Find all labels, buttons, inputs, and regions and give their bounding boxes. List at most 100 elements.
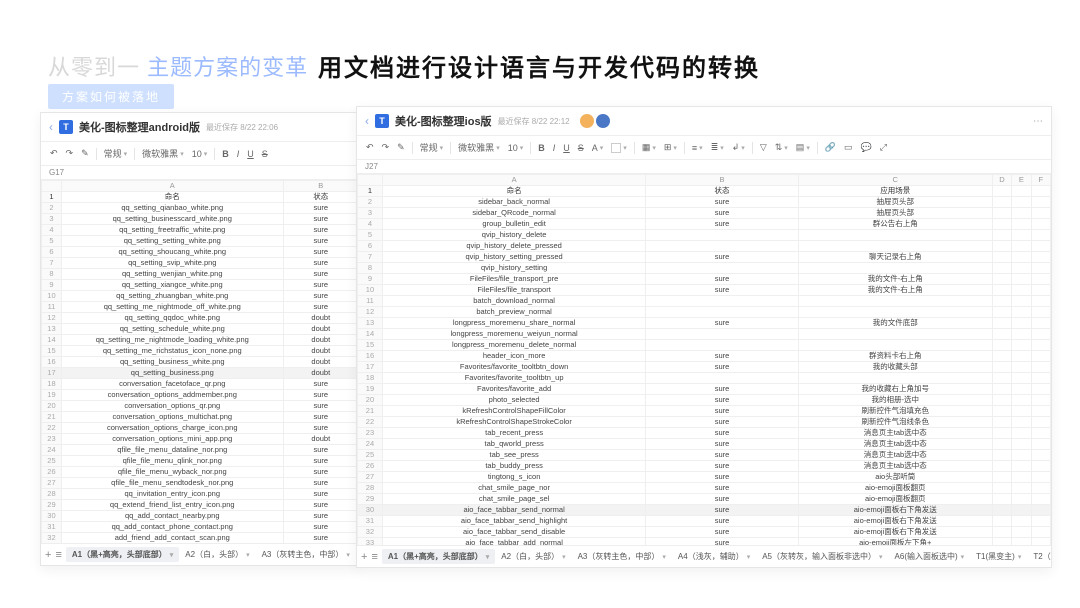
cell[interactable]: qq_setting_me_nightmode_loading_white.pn…: [61, 335, 283, 346]
row-header[interactable]: 1: [358, 186, 383, 197]
row-header[interactable]: 12: [358, 307, 383, 318]
table-row[interactable]: 12batch_preview_normal: [358, 307, 1051, 318]
cell[interactable]: sure: [646, 219, 798, 230]
cell[interactable]: sure: [283, 203, 358, 214]
table-row[interactable]: 22kRefreshControlShapeStrokeColorsure刷新控…: [358, 417, 1051, 428]
more-icon[interactable]: ⋯: [1033, 116, 1043, 127]
cell[interactable]: aio_face_tabbar_send_highlight: [382, 516, 645, 527]
cell[interactable]: 我的文件-右上角: [798, 274, 992, 285]
cell[interactable]: sure: [283, 423, 358, 434]
cell[interactable]: doubt: [283, 324, 358, 335]
add-sheet-button[interactable]: +: [361, 551, 367, 563]
table-row[interactable]: 13longpress_moremenu_share_normalsure我的文…: [358, 318, 1051, 329]
cell-reference[interactable]: J27: [357, 160, 1051, 174]
table-row[interactable]: 32aio_face_tabbar_send_disablesureaio-em…: [358, 527, 1051, 538]
row-header[interactable]: 27: [42, 478, 62, 489]
sheet-tab[interactable]: T1(黑变主) ▾: [970, 549, 1027, 564]
sheet-tab[interactable]: A1（黑+高亮，头部底部） ▾: [66, 547, 179, 562]
row-header[interactable]: 11: [42, 302, 62, 313]
row-header[interactable]: 6: [42, 247, 62, 258]
cell[interactable]: qq_setting_setting_white.png: [61, 236, 283, 247]
cell[interactable]: FileFiles/file_transport_pre: [382, 274, 645, 285]
wrap-button[interactable]: ↲▾: [729, 141, 748, 154]
cell[interactable]: batch_download_normal: [382, 296, 645, 307]
cell[interactable]: 刷新控件气泡线条色: [798, 417, 992, 428]
table-row[interactable]: 29qq_extend_friend_list_entry_icon.pngsu…: [42, 500, 359, 511]
cell[interactable]: aio_face_tabbar_add_normal: [382, 538, 645, 546]
cell[interactable]: 消息页主tab选中态: [798, 450, 992, 461]
table-row[interactable]: 26tab_buddy_presssure消息页主tab选中态: [358, 461, 1051, 472]
cell[interactable]: 消息页主tab选中态: [798, 461, 992, 472]
cell[interactable]: qq_setting_qianbao_white.png: [61, 203, 283, 214]
table-row[interactable]: 17qq_setting_business.pngdoubt: [42, 368, 359, 379]
cell[interactable]: sure: [283, 390, 358, 401]
row-header[interactable]: 13: [358, 318, 383, 329]
table-row[interactable]: 20conversation_options_qr.pngsure: [42, 401, 359, 412]
cell[interactable]: [646, 329, 798, 340]
cell[interactable]: conversation_facetoface_qr.png: [61, 379, 283, 390]
sheet-tab[interactable]: A5（灰转灰，输入面板非选中） ▾: [756, 549, 888, 564]
table-row[interactable]: 22conversation_options_charge_icon.pngsu…: [42, 423, 359, 434]
cell[interactable]: qfile_file_menu_qlink_nor.png: [61, 456, 283, 467]
row-header[interactable]: 32: [358, 527, 383, 538]
cell[interactable]: sure: [646, 197, 798, 208]
table-row[interactable]: 17Favorites/favorite_tooltbtn_downsure我的…: [358, 362, 1051, 373]
cell[interactable]: sure: [646, 472, 798, 483]
cell[interactable]: Favorites/favorite_add: [382, 384, 645, 395]
cell[interactable]: Favorites/favorite_tooltbtn_up: [382, 373, 645, 384]
underline-button[interactable]: U: [244, 148, 257, 160]
row-header[interactable]: 17: [42, 368, 62, 379]
cell[interactable]: sure: [283, 302, 358, 313]
cell[interactable]: aio-emoji面板翻页: [798, 483, 992, 494]
cell[interactable]: longpress_moremenu_delete_normal: [382, 340, 645, 351]
row-header[interactable]: 2: [358, 197, 383, 208]
cell[interactable]: aio-emoji面板右下角发送: [798, 516, 992, 527]
underline-button[interactable]: U: [560, 142, 573, 154]
table-row[interactable]: 4qq_setting_freetraffic_white.pngsure: [42, 225, 359, 236]
table-row[interactable]: 24tab_qworld_presssure消息页主tab选中态: [358, 439, 1051, 450]
font-select[interactable]: 微软雅黑▾: [455, 140, 503, 155]
table-row[interactable]: 6qvip_history_delete_pressed: [358, 241, 1051, 252]
cell[interactable]: longpress_moremenu_share_normal: [382, 318, 645, 329]
cell[interactable]: qvip_history_delete_pressed: [382, 241, 645, 252]
strike-button[interactable]: S: [259, 148, 271, 160]
table-row[interactable]: 18conversation_facetoface_qr.pngsure: [42, 379, 359, 390]
table-row[interactable]: 19conversation_options_addmember.pngsure: [42, 390, 359, 401]
cell[interactable]: doubt: [283, 313, 358, 324]
row-header[interactable]: 10: [358, 285, 383, 296]
cell[interactable]: sure: [646, 285, 798, 296]
row-header[interactable]: 15: [358, 340, 383, 351]
col-header-a[interactable]: A: [382, 175, 645, 186]
cell[interactable]: [646, 241, 798, 252]
table-row[interactable]: 28chat_smile_page_norsureaio-emoji面板翻页: [358, 483, 1051, 494]
table-row[interactable]: 11batch_download_normal: [358, 296, 1051, 307]
table-row[interactable]: 5qvip_history_delete: [358, 230, 1051, 241]
table-row[interactable]: 24qfile_file_menu_dataline_nor.pngsure: [42, 445, 359, 456]
table-row[interactable]: 11qq_setting_me_nightmode_off_white.pngs…: [42, 302, 359, 313]
cell[interactable]: conversation_options_multichat.png: [61, 412, 283, 423]
cell[interactable]: 群资料卡右上角: [798, 351, 992, 362]
table-row[interactable]: 28qq_invitation_entry_icon.pngsure: [42, 489, 359, 500]
cell[interactable]: qq_setting_shoucang_white.png: [61, 247, 283, 258]
link-icon[interactable]: 🔗: [822, 141, 839, 154]
format-paint-icon[interactable]: ✎: [78, 147, 92, 160]
row-header[interactable]: 33: [358, 538, 383, 546]
row-header[interactable]: 25: [42, 456, 62, 467]
cell[interactable]: conversation_options_charge_icon.png: [61, 423, 283, 434]
cell[interactable]: tab_see_press: [382, 450, 645, 461]
cell[interactable]: qq_extend_friend_list_entry_icon.png: [61, 500, 283, 511]
cell[interactable]: [646, 230, 798, 241]
cell[interactable]: kRefreshControlShapeFillColor: [382, 406, 645, 417]
row-header[interactable]: 28: [42, 489, 62, 500]
table-row[interactable]: 8qq_setting_wenjian_white.pngsure: [42, 269, 359, 280]
cell[interactable]: chat_smile_page_nor: [382, 483, 645, 494]
cell[interactable]: aio-emoji面板左下角+: [798, 538, 992, 546]
row-header[interactable]: 18: [358, 373, 383, 384]
row-header[interactable]: 13: [42, 324, 62, 335]
italic-button[interactable]: I: [234, 148, 243, 160]
row-header[interactable]: 14: [42, 335, 62, 346]
table-row[interactable]: 9FileFiles/file_transport_presure我的文件-右上…: [358, 274, 1051, 285]
cell[interactable]: qvip_history_delete: [382, 230, 645, 241]
row-header[interactable]: 16: [42, 357, 62, 368]
row-header[interactable]: 7: [42, 258, 62, 269]
